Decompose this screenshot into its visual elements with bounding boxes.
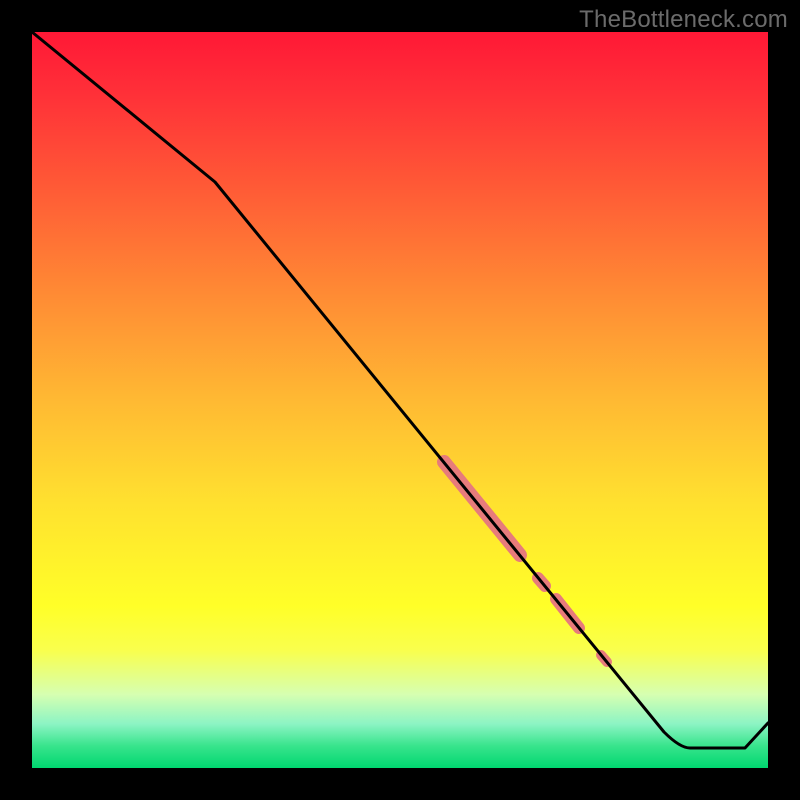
chart-overlay: [32, 32, 768, 768]
attribution-text: TheBottleneck.com: [579, 6, 788, 34]
curve-line: [32, 32, 768, 748]
chart-frame: TheBottleneck.com: [0, 0, 800, 800]
